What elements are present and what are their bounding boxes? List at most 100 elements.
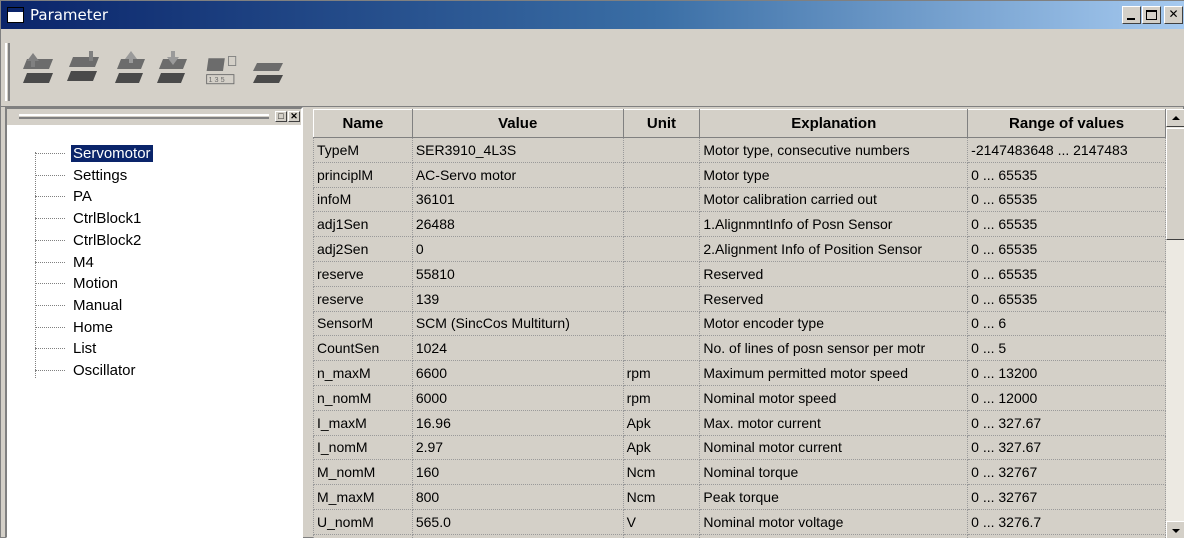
table-cell: n_maxM bbox=[313, 360, 413, 386]
table-cell: M_nomM bbox=[313, 459, 413, 486]
table-cell[interactable]: 6000 bbox=[411, 384, 624, 411]
tree-item[interactable]: Servomotor bbox=[35, 143, 275, 165]
table-cell bbox=[622, 260, 701, 287]
upload-button[interactable] bbox=[111, 49, 151, 93]
tree-pane-header[interactable]: □ ✕ bbox=[7, 109, 301, 125]
table-cell: 2.Alignment Info of Position Sensor bbox=[699, 236, 969, 262]
tree-item[interactable]: Oscillator bbox=[35, 360, 275, 382]
motor-database-button[interactable]: 1 3 5 bbox=[203, 49, 247, 93]
table-row[interactable]: PolepairM4 Motor pole pair number1 ... 10… bbox=[313, 533, 1166, 538]
table-row[interactable]: I_nomM 2.97 Apk Nominal motor current 0 ... … bbox=[313, 434, 1166, 461]
table-row[interactable]: U_nomM 565.0 V Nominal motor voltage 0 ... 3… bbox=[313, 508, 1166, 535]
column-header[interactable]: Unit bbox=[622, 109, 701, 138]
table-cell: Motor calibration carried out bbox=[699, 186, 969, 213]
table-row[interactable]: TypeM SER3910_4L3S Motor type, consecutive… bbox=[313, 137, 1166, 163]
column-header[interactable]: Explanation bbox=[699, 109, 969, 138]
table-cell: Reserved bbox=[699, 285, 969, 312]
close-button[interactable]: ✕ bbox=[1164, 6, 1183, 24]
table-cell: 0 ... 65535 bbox=[967, 260, 1166, 287]
table-cell[interactable]: 139 bbox=[411, 285, 624, 312]
table-cell: 0 ... 12000 bbox=[967, 384, 1166, 411]
scroll-thumb[interactable] bbox=[1166, 128, 1184, 240]
column-header[interactable]: Name bbox=[313, 109, 413, 138]
table-cell[interactable]: 0 bbox=[411, 236, 624, 262]
table-row[interactable]: adj1Sen 26488 1.AlignmntInfo of Posn Senso… bbox=[313, 211, 1166, 238]
tree-item[interactable]: Home bbox=[35, 317, 275, 339]
tree-item[interactable]: M4 bbox=[35, 252, 275, 274]
toolbar-grip[interactable] bbox=[5, 43, 10, 101]
tree-item[interactable]: CtrlBlock1 bbox=[35, 208, 275, 230]
save-params-button[interactable] bbox=[63, 49, 103, 93]
table-row[interactable]: n_nomM 6000 rpm Nominal motor speed 0 ... 12… bbox=[313, 384, 1166, 411]
tree-item-label: List bbox=[73, 340, 97, 358]
parameter-grid: Name Value Unit Explanation Range of values … bbox=[313, 109, 1166, 538]
tree-item[interactable]: Settings bbox=[35, 165, 275, 187]
table-cell[interactable]: SCM (SincCos Multiturn) bbox=[411, 310, 624, 337]
column-header[interactable]: Value bbox=[411, 109, 624, 138]
scroll-down-button[interactable] bbox=[1166, 521, 1184, 538]
table-cell: 0 ... 327.67 bbox=[967, 434, 1166, 461]
table-row[interactable]: principlM AC-Servo motor Motor type 0 ... 6… bbox=[313, 161, 1166, 188]
maximize-button[interactable] bbox=[1142, 6, 1161, 24]
table-cell: rpm bbox=[622, 360, 701, 386]
table-cell[interactable]: 1024 bbox=[411, 335, 624, 362]
table-row[interactable]: adj2Sen 0 2.Alignment Info of Position Sen… bbox=[313, 236, 1166, 262]
tree-item[interactable]: Manual bbox=[35, 295, 275, 317]
table-row[interactable]: infoM 36101 Motor calibration carried out 0… bbox=[313, 186, 1166, 213]
load-params-button[interactable] bbox=[19, 49, 59, 93]
tree-restore-icon[interactable]: □ bbox=[275, 111, 287, 122]
table-cell[interactable]: 16.96 bbox=[411, 409, 624, 436]
table-row[interactable]: reserve 139 Reserved 0 ... 65535 bbox=[313, 285, 1166, 312]
parameter-window: Parameter ✕ 1 3 5 □ ✕ Servomotor Setting… bbox=[0, 0, 1184, 538]
table-cell: V bbox=[622, 508, 701, 535]
save-params-icon bbox=[67, 51, 99, 81]
table-cell: 0 ... 65535 bbox=[967, 211, 1166, 238]
download-button[interactable] bbox=[153, 49, 193, 93]
table-cell[interactable]: SER3910_4L3S bbox=[411, 137, 624, 163]
table-cell[interactable]: 800 bbox=[411, 484, 624, 510]
tree-item[interactable]: List bbox=[35, 338, 275, 360]
tree-item-label: CtrlBlock2 bbox=[73, 231, 142, 249]
table-cell: adj1Sen bbox=[313, 211, 413, 238]
table-cell bbox=[622, 236, 701, 262]
tree-item-label: Motion bbox=[73, 275, 119, 293]
minimize-icon bbox=[1127, 18, 1135, 20]
table-row[interactable]: n_maxM 6600 rpm Maximum permitted motor spe… bbox=[313, 360, 1166, 386]
table-cell[interactable]: AC-Servo motor bbox=[411, 161, 624, 188]
table-cell: 0 ... 3276.7 bbox=[967, 508, 1166, 535]
table-cell: Nominal torque bbox=[699, 459, 969, 486]
table-cell[interactable]: 55810 bbox=[411, 260, 624, 287]
table-cell[interactable]: 36101 bbox=[411, 186, 624, 213]
table-row[interactable]: reserve 55810 Reserved 0 ... 65535 bbox=[313, 260, 1166, 287]
close-icon: ✕ bbox=[1168, 7, 1179, 21]
transfer-button[interactable] bbox=[249, 49, 289, 93]
table-row[interactable]: CountSen 1024 No. of lines of posn sensor … bbox=[313, 335, 1166, 362]
tree-item[interactable]: CtrlBlock2 bbox=[35, 230, 275, 252]
table-row[interactable]: M_nomM 160 Ncm Nominal torque 0 ... 32767 bbox=[313, 459, 1166, 486]
parameter-tree-pane: □ ✕ Servomotor Settings PA CtrlBlock1 CtrlBl… bbox=[5, 107, 303, 538]
tree-item[interactable]: PA bbox=[35, 186, 275, 208]
column-header[interactable]: Range of values bbox=[967, 109, 1166, 138]
table-row[interactable]: M_maxM 800 Ncm Peak torque 0 ... 32767 bbox=[313, 484, 1166, 510]
table-cell[interactable]: 6600 bbox=[411, 360, 624, 386]
scroll-up-button[interactable] bbox=[1166, 109, 1184, 127]
minimize-button[interactable] bbox=[1122, 6, 1141, 24]
table-cell[interactable]: 160 bbox=[411, 459, 624, 486]
title-bar[interactable]: Parameter ✕ bbox=[1, 1, 1184, 29]
table-cell: I_nomM bbox=[313, 434, 413, 461]
tree-item-label: Settings bbox=[73, 166, 128, 184]
table-row[interactable]: I_maxM 16.96 Apk Max. motor current 0 ... 32… bbox=[313, 409, 1166, 436]
table-cell[interactable]: 565.0 bbox=[411, 508, 624, 535]
tree-item[interactable]: Motion bbox=[35, 273, 275, 295]
table-cell: Nominal motor voltage bbox=[699, 508, 969, 535]
table-cell[interactable]: 2.97 bbox=[411, 434, 624, 461]
table-cell[interactable]: 26488 bbox=[411, 211, 624, 238]
tree-close-icon[interactable]: ✕ bbox=[288, 111, 300, 122]
vertical-scrollbar[interactable] bbox=[1166, 109, 1184, 538]
table-cell: 0 ... 65535 bbox=[967, 236, 1166, 262]
table-cell: Apk bbox=[622, 409, 701, 436]
table-row[interactable]: SensorM SCM (SincCos Multiturn) Motor enco… bbox=[313, 310, 1166, 337]
table-cell: 0 ... 65535 bbox=[967, 186, 1166, 213]
table-cell[interactable]: 4 bbox=[411, 533, 624, 538]
window-title: Parameter bbox=[30, 6, 109, 24]
